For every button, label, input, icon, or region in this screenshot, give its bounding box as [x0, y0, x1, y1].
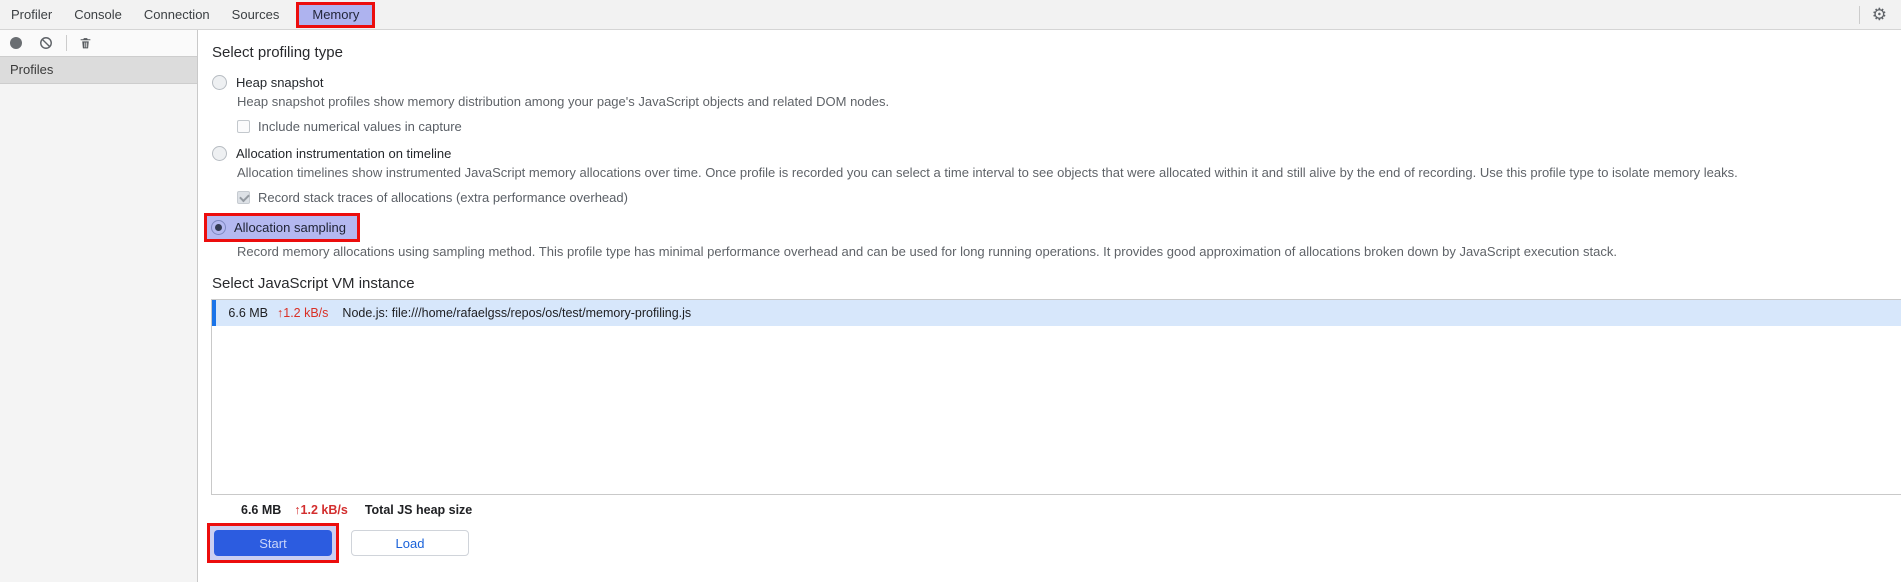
tabbar-right-controls: ⚙	[1858, 0, 1901, 30]
allocation-timeline-radio[interactable]	[212, 146, 227, 161]
start-button[interactable]: Start	[214, 530, 332, 556]
vm-instance-list: 6.6 MB ↑1.2 kB/s Node.js: file:///home/r…	[211, 299, 1901, 495]
heap-snapshot-description: Heap snapshot profiles show memory distr…	[237, 94, 890, 109]
total-heap-size-row: 6.6 MB ↑1.2 kB/s Total JS heap size	[241, 503, 1901, 517]
tab-sources[interactable]: Sources	[221, 0, 291, 30]
allocation-sampling-radio[interactable]	[211, 220, 226, 235]
devtools-tabbar: Profiler Console Connection Sources Memo…	[0, 0, 1901, 30]
profiling-type-title: Select profiling type	[212, 44, 343, 61]
vm-instance-row[interactable]: 6.6 MB ↑1.2 kB/s Node.js: file:///home/r…	[212, 300, 1901, 326]
record-stack-traces-row: Record stack traces of allocations (extr…	[237, 190, 1901, 205]
heap-snapshot-radio[interactable]	[212, 75, 227, 90]
start-button-annotation-box: Start	[207, 523, 339, 563]
memory-tab-annotation-box: Memory	[296, 1, 376, 28]
vm-heap-rate: ↑1.2 kB/s	[277, 306, 329, 320]
tab-connection[interactable]: Connection	[133, 0, 221, 30]
profiles-sidebar: Profiles	[0, 30, 198, 582]
profiles-section-header: Profiles	[0, 56, 197, 84]
vm-heap-size: 6.6 MB	[228, 306, 268, 320]
record-icon[interactable]	[9, 36, 23, 50]
tab-console[interactable]: Console	[63, 0, 133, 30]
option-heap-snapshot[interactable]: Heap snapshot	[212, 75, 1901, 90]
include-numerical-values-checkbox[interactable]	[237, 120, 250, 133]
allocation-sampling-label[interactable]: Allocation sampling	[234, 220, 346, 235]
delete-trash-icon[interactable]	[78, 36, 92, 50]
tabbar-separator	[1858, 5, 1860, 24]
allocation-timeline-description: Allocation timelines show instrumented J…	[237, 165, 1738, 180]
allocation-sampling-annotation-box: Allocation sampling	[204, 213, 361, 242]
toolbar-separator	[66, 35, 67, 51]
tab-memory[interactable]: Memory	[299, 4, 373, 25]
include-numerical-values-row[interactable]: Include numerical values in capture	[237, 119, 1901, 134]
total-heap-rate: ↑1.2 kB/s	[294, 503, 348, 517]
record-stack-traces-label: Record stack traces of allocations (extr…	[258, 190, 628, 205]
option-allocation-timeline[interactable]: Allocation instrumentation on timeline	[212, 146, 1901, 161]
total-heap-size-label: Total JS heap size	[364, 503, 473, 517]
vm-instance-title: Select JavaScript VM instance	[212, 275, 415, 292]
memory-panel-main: Select profiling type Heap snapshot Heap…	[198, 30, 1901, 582]
clear-icon[interactable]	[39, 36, 53, 50]
allocation-sampling-description: Record memory allocations using sampling…	[237, 244, 1617, 259]
total-heap-size-value: 6.6 MB	[241, 503, 282, 517]
include-numerical-values-label: Include numerical values in capture	[258, 119, 462, 134]
allocation-timeline-label: Allocation instrumentation on timeline	[236, 146, 452, 161]
heap-snapshot-label: Heap snapshot	[236, 75, 324, 90]
vm-instance-name: Node.js: file:///home/rafaelgss/repos/os…	[342, 306, 692, 320]
settings-gear-icon[interactable]: ⚙	[1872, 0, 1887, 30]
tab-profiler[interactable]: Profiler	[0, 0, 63, 30]
record-stack-traces-checkbox	[237, 191, 250, 204]
load-button[interactable]: Load	[351, 530, 469, 556]
action-buttons-row: Start Load	[207, 523, 1901, 563]
profiler-toolbar	[0, 30, 197, 56]
